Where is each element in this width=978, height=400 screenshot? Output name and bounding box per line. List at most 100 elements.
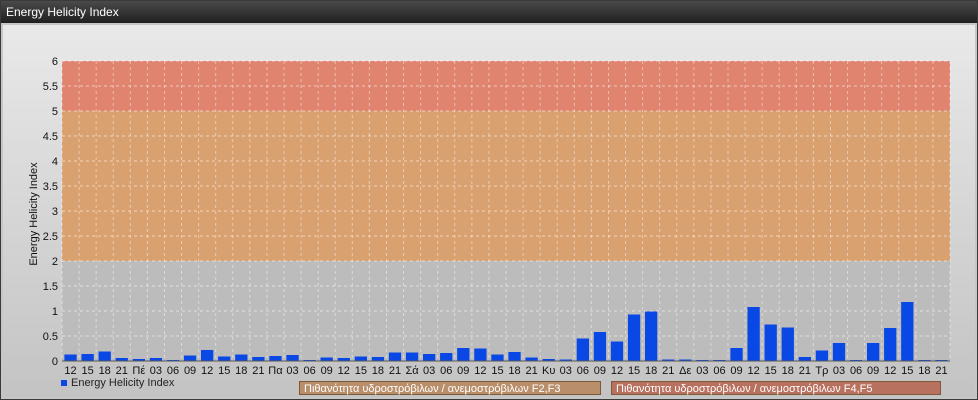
bar[interactable] xyxy=(508,352,521,361)
x-tick-label: 18 xyxy=(99,365,111,377)
x-tick-label: 15 xyxy=(491,365,503,377)
chart-window: Energy Helicity Index 0 0.5 1 1.5 2 2.5 3 3.5 4 4… xyxy=(0,0,978,400)
x-tick-label: 21 xyxy=(389,365,401,377)
bar[interactable] xyxy=(457,348,470,361)
x-tick-label: 12 xyxy=(747,365,759,377)
bar[interactable] xyxy=(371,357,385,361)
x-tick-label: 06 xyxy=(713,365,725,377)
x-tick-label: 12 xyxy=(201,365,213,377)
x-tick-label: 12 xyxy=(338,365,350,377)
x-tick-label: Σά xyxy=(405,365,419,377)
x-tick-label: 03 xyxy=(833,365,845,377)
y-tick-label: 0.5 xyxy=(43,331,58,343)
x-tick-label: 06 xyxy=(167,365,179,377)
x-tick-label: 06 xyxy=(440,365,452,377)
bar[interactable] xyxy=(269,356,282,361)
x-tick-label: 09 xyxy=(594,365,606,377)
y-tick-label: 1 xyxy=(52,306,58,318)
bar[interactable] xyxy=(901,302,914,361)
y-tick-label: 2.5 xyxy=(43,231,58,243)
bar[interactable] xyxy=(798,357,811,361)
x-tick-label: 09 xyxy=(321,365,333,377)
band-legend-f2f3[interactable]: Πιθανότητα υδροστρόβιλων / ανεμοστρόβιλω… xyxy=(299,381,601,395)
x-tick-label: 06 xyxy=(303,365,315,377)
bar[interactable] xyxy=(867,343,880,361)
bar[interactable] xyxy=(884,328,897,361)
bar[interactable] xyxy=(183,355,197,362)
bar[interactable] xyxy=(440,353,453,361)
y-tick-label: 2 xyxy=(52,256,58,268)
x-tick-label: 12 xyxy=(884,365,896,377)
x-tick-label: 18 xyxy=(782,365,794,377)
bar[interactable] xyxy=(423,354,436,361)
x-tick-label: 09 xyxy=(867,365,879,377)
y-tick-label: 1.5 xyxy=(43,281,58,293)
y-tick-label: 5.5 xyxy=(43,81,58,93)
x-tick-label: 15 xyxy=(765,365,777,377)
series-legend[interactable]: Energy Helicity Index xyxy=(61,377,174,389)
bar[interactable] xyxy=(320,357,333,362)
y-tick-label: 6 xyxy=(52,56,58,68)
x-tick-label: 15 xyxy=(628,365,640,377)
y-tick-label: 0 xyxy=(52,356,58,368)
x-tick-label: 12 xyxy=(64,365,76,377)
bar[interactable] xyxy=(815,350,829,362)
x-tick-label: Δε xyxy=(679,365,691,377)
bar[interactable] xyxy=(832,343,846,361)
bar[interactable] xyxy=(64,354,77,362)
x-tick-label: 03 xyxy=(560,365,572,377)
x-tick-label: 21 xyxy=(662,365,674,377)
x-tick-label: 21 xyxy=(252,365,264,377)
x-tick-label: 18 xyxy=(372,365,384,377)
bar[interactable] xyxy=(98,351,111,362)
x-tick-label: 21 xyxy=(799,365,811,377)
bar[interactable] xyxy=(610,341,624,362)
x-tick-labels: 12 15 18 21 Πέ 03 06 09 12 15 18 21 Πα 03 06 09 12 15 18 21… xyxy=(64,365,947,377)
bar[interactable] xyxy=(286,355,299,361)
bar[interactable] xyxy=(645,311,658,362)
bar[interactable] xyxy=(354,356,367,362)
series-swatch xyxy=(61,380,67,387)
x-tick-label: 09 xyxy=(457,365,469,377)
bar[interactable] xyxy=(252,357,265,361)
x-tick-label: 03 xyxy=(150,365,162,377)
bar[interactable] xyxy=(405,352,419,362)
bar[interactable] xyxy=(491,354,504,362)
x-tick-label: Τρ xyxy=(815,365,828,377)
bar[interactable] xyxy=(747,307,760,361)
x-tick-label: Κυ xyxy=(542,365,555,377)
x-tick-label: 15 xyxy=(218,365,230,377)
bar[interactable] xyxy=(593,332,607,361)
bar[interactable] xyxy=(388,352,402,362)
y-tick-label: 3.5 xyxy=(43,181,58,193)
x-tick-label: 03 xyxy=(423,365,435,377)
bar[interactable] xyxy=(627,314,641,362)
band-legend-f4f5[interactable]: Πιθανότητα υδροστρόβιλων / ανεμοστρόβιλω… xyxy=(611,381,941,395)
bar[interactable] xyxy=(81,354,94,361)
y-tick-label: 4 xyxy=(52,156,58,168)
x-tick-label: 03 xyxy=(286,365,298,377)
x-tick-label: Πέ xyxy=(132,365,145,377)
y-tick-label: 4.5 xyxy=(43,131,58,143)
x-tick-label: 15 xyxy=(901,365,913,377)
bar[interactable] xyxy=(730,348,743,361)
bar[interactable] xyxy=(781,327,794,362)
bar[interactable] xyxy=(576,338,589,362)
x-tick-label: 12 xyxy=(611,365,623,377)
y-axis-label: Energy Helicity Index xyxy=(28,162,40,266)
bar[interactable] xyxy=(201,350,214,361)
bar[interactable] xyxy=(474,348,487,362)
bar[interactable] xyxy=(235,354,248,362)
x-tick-label: 18 xyxy=(508,365,520,377)
x-tick-label: 06 xyxy=(850,365,862,377)
bar[interactable] xyxy=(218,356,231,362)
y-tick-label: 3 xyxy=(52,206,58,218)
y-tick-label: 5 xyxy=(52,106,58,118)
x-tick-label: 15 xyxy=(355,365,367,377)
x-tick-label: 12 xyxy=(474,365,486,377)
bar[interactable] xyxy=(764,324,777,362)
x-tick-label: 06 xyxy=(577,365,589,377)
bar[interactable] xyxy=(525,357,538,362)
x-tick-label: Πα xyxy=(268,365,283,377)
ehi-chart: 0 0.5 1 1.5 2 2.5 3 3.5 4 4.5 5 5.5 6 12 15 18 21 Πέ 03 06… xyxy=(28,56,951,377)
